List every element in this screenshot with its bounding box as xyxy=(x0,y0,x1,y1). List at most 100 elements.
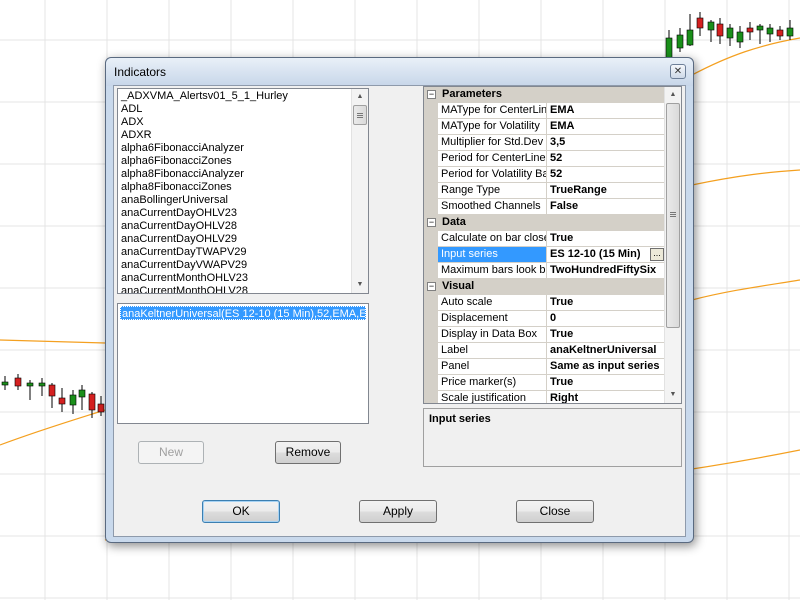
property-row[interactable]: Period for Volatility Band52 xyxy=(424,167,665,183)
property-value[interactable]: TwoHundredFiftySix xyxy=(547,263,665,279)
property-row[interactable]: Panel Same as input series xyxy=(424,359,665,375)
category-label: Visual xyxy=(442,280,475,292)
property-row[interactable]: Price marker(s) True xyxy=(424,375,665,391)
property-row[interactable]: Input series ES 12-10 (15 Min)... xyxy=(424,247,665,263)
property-value[interactable]: EMA xyxy=(547,103,665,119)
indicator-list-item[interactable]: ADL xyxy=(121,103,288,116)
collapse-icon[interactable]: − xyxy=(427,218,436,227)
property-row[interactable]: Period for CenterLine 52 xyxy=(424,151,665,167)
property-row[interactable]: Range Type TrueRange xyxy=(424,183,665,199)
scroll-up-icon[interactable]: ▲ xyxy=(352,89,368,105)
property-value-text: EMA xyxy=(550,120,575,132)
title-bar xyxy=(106,58,693,86)
property-row[interactable]: MAType for Volatility EMA xyxy=(424,119,665,135)
property-value[interactable]: 52 xyxy=(547,151,665,167)
indicator-list-item[interactable]: alpha8FibonacciAnalyzer xyxy=(121,168,288,181)
property-value[interactable]: 52 xyxy=(547,167,665,183)
selected-indicators-list[interactable]: anaKeltnerUniversal(ES 12-10 (15 Min),52… xyxy=(117,303,369,424)
property-row[interactable]: Scale justification Right xyxy=(424,391,665,403)
indicator-list-item[interactable]: anaBollingerUniversal xyxy=(121,194,288,207)
property-value-text: True xyxy=(550,376,574,388)
property-row[interactable]: MAType for CenterLine EMA xyxy=(424,103,665,119)
property-value-text: EMA xyxy=(550,104,575,116)
category-data[interactable]: − Data xyxy=(424,215,665,231)
property-row[interactable]: Maximum bars look backTwoHundredFiftySix xyxy=(424,263,665,279)
property-value-text: ES 12-10 (15 Min) xyxy=(550,248,641,260)
indicator-list[interactable]: _ADXVMA_Alertsv01_5_1_Hurley ADL ADX ADXR al… xyxy=(117,88,369,294)
property-name: Period for Volatility Band xyxy=(424,167,547,183)
ellipsis-button[interactable]: ... xyxy=(650,248,664,261)
property-value[interactable]: True xyxy=(547,231,665,247)
property-name: Calculate on bar close xyxy=(424,231,547,247)
indicator-list-item[interactable]: anaCurrentDayOHLV29 xyxy=(121,233,288,246)
ok-button[interactable]: OK xyxy=(202,500,280,523)
property-name: Multiplier for Std.Dev xyxy=(424,135,547,151)
property-value-text: True xyxy=(550,232,574,244)
property-row[interactable]: Label anaKeltnerUniversal xyxy=(424,343,665,359)
property-value[interactable]: Right xyxy=(547,391,665,403)
keltner-middle-line xyxy=(691,169,800,186)
property-row[interactable]: Auto scale True xyxy=(424,295,665,311)
scroll-down-icon[interactable]: ▼ xyxy=(352,277,368,293)
indicator-list-item[interactable]: anaCurrentDayOHLV23 xyxy=(121,207,288,220)
help-title: Input series xyxy=(429,413,491,425)
category-visual[interactable]: − Visual xyxy=(424,279,665,295)
collapse-icon[interactable]: − xyxy=(427,282,436,291)
scroll-down-icon[interactable]: ▼ xyxy=(665,387,681,403)
indicator-list-item[interactable]: ADX xyxy=(121,116,288,129)
property-value-text: 52 xyxy=(550,168,563,180)
keltner-left-upper-line xyxy=(0,339,106,344)
property-row[interactable]: Display in Data Box True xyxy=(424,327,665,343)
property-name: Range Type xyxy=(424,183,547,199)
property-name: Display in Data Box xyxy=(424,327,547,343)
property-grid[interactable]: − Parameters MAType for CenterLine EMA MATyp… xyxy=(423,86,682,404)
scroll-thumb[interactable] xyxy=(353,105,367,125)
indicator-list-item[interactable]: anaCurrentDayVWAPV29 xyxy=(121,259,288,272)
remove-button[interactable]: Remove xyxy=(275,441,341,464)
property-value-text: True xyxy=(550,328,574,340)
close-button[interactable]: Close xyxy=(516,500,594,523)
indicator-list-scrollbar[interactable]: ▲ ▼ xyxy=(351,89,368,293)
property-value[interactable]: False xyxy=(547,199,665,215)
category-label: Parameters xyxy=(442,88,502,100)
indicator-list-item[interactable]: anaCurrentMonthOHLV23 xyxy=(121,272,288,285)
selected-indicator-item[interactable]: anaKeltnerUniversal(ES 12-10 (15 Min),52… xyxy=(120,306,366,320)
indicator-list-item[interactable]: anaCurrentDayOHLV28 xyxy=(121,220,288,233)
property-value-text: 3,5 xyxy=(550,136,566,148)
property-name: Period for CenterLine xyxy=(424,151,547,167)
indicators-dialog: Indicators ✕ _ADXVMA_Alertsv01_5_1_Hurle… xyxy=(105,57,694,543)
property-value-text: Same as input series xyxy=(550,360,660,372)
indicator-list-item[interactable]: ADXR xyxy=(121,129,288,142)
indicator-list-item[interactable]: alpha8FibonacciZones xyxy=(121,181,288,194)
indicator-list-item[interactable]: alpha6FibonacciAnalyzer xyxy=(121,142,288,155)
apply-button[interactable]: Apply xyxy=(359,500,437,523)
property-row[interactable]: Displacement 0 xyxy=(424,311,665,327)
collapse-icon[interactable]: − xyxy=(427,90,436,99)
property-value[interactable]: anaKeltnerUniversal xyxy=(547,343,665,359)
scroll-up-icon[interactable]: ▲ xyxy=(665,87,681,103)
indicator-list-item[interactable]: alpha6FibonacciZones xyxy=(121,155,288,168)
property-row[interactable]: Calculate on bar close True xyxy=(424,231,665,247)
new-button[interactable]: New xyxy=(138,441,204,464)
property-value[interactable]: TrueRange xyxy=(547,183,665,199)
indicator-list-item[interactable]: anaCurrentDayTWAPV29 xyxy=(121,246,288,259)
category-parameters[interactable]: − Parameters xyxy=(424,87,665,103)
indicator-list-item[interactable]: _ADXVMA_Alertsv01_5_1_Hurley xyxy=(121,90,288,103)
property-value[interactable]: EMA xyxy=(547,119,665,135)
property-name: Scale justification xyxy=(424,391,547,403)
property-row[interactable]: Smoothed Channels False xyxy=(424,199,665,215)
property-value[interactable]: True xyxy=(547,295,665,311)
close-icon[interactable]: ✕ xyxy=(670,64,686,79)
property-value[interactable]: True xyxy=(547,375,665,391)
property-name: Price marker(s) xyxy=(424,375,547,391)
property-value[interactable]: 3,5 xyxy=(547,135,665,151)
property-row[interactable]: Multiplier for Std.Dev 3,5 xyxy=(424,135,665,151)
property-value[interactable]: Same as input series xyxy=(547,359,665,375)
scroll-thumb[interactable] xyxy=(666,103,680,328)
property-value[interactable]: True xyxy=(547,327,665,343)
indicator-list-item[interactable]: anaCurrentMonthOHLV28 xyxy=(121,285,288,293)
property-name: Panel xyxy=(424,359,547,375)
property-grid-scrollbar[interactable]: ▲ ▼ xyxy=(664,87,681,403)
property-value[interactable]: ES 12-10 (15 Min)... xyxy=(547,247,665,263)
property-value[interactable]: 0 xyxy=(547,311,665,327)
